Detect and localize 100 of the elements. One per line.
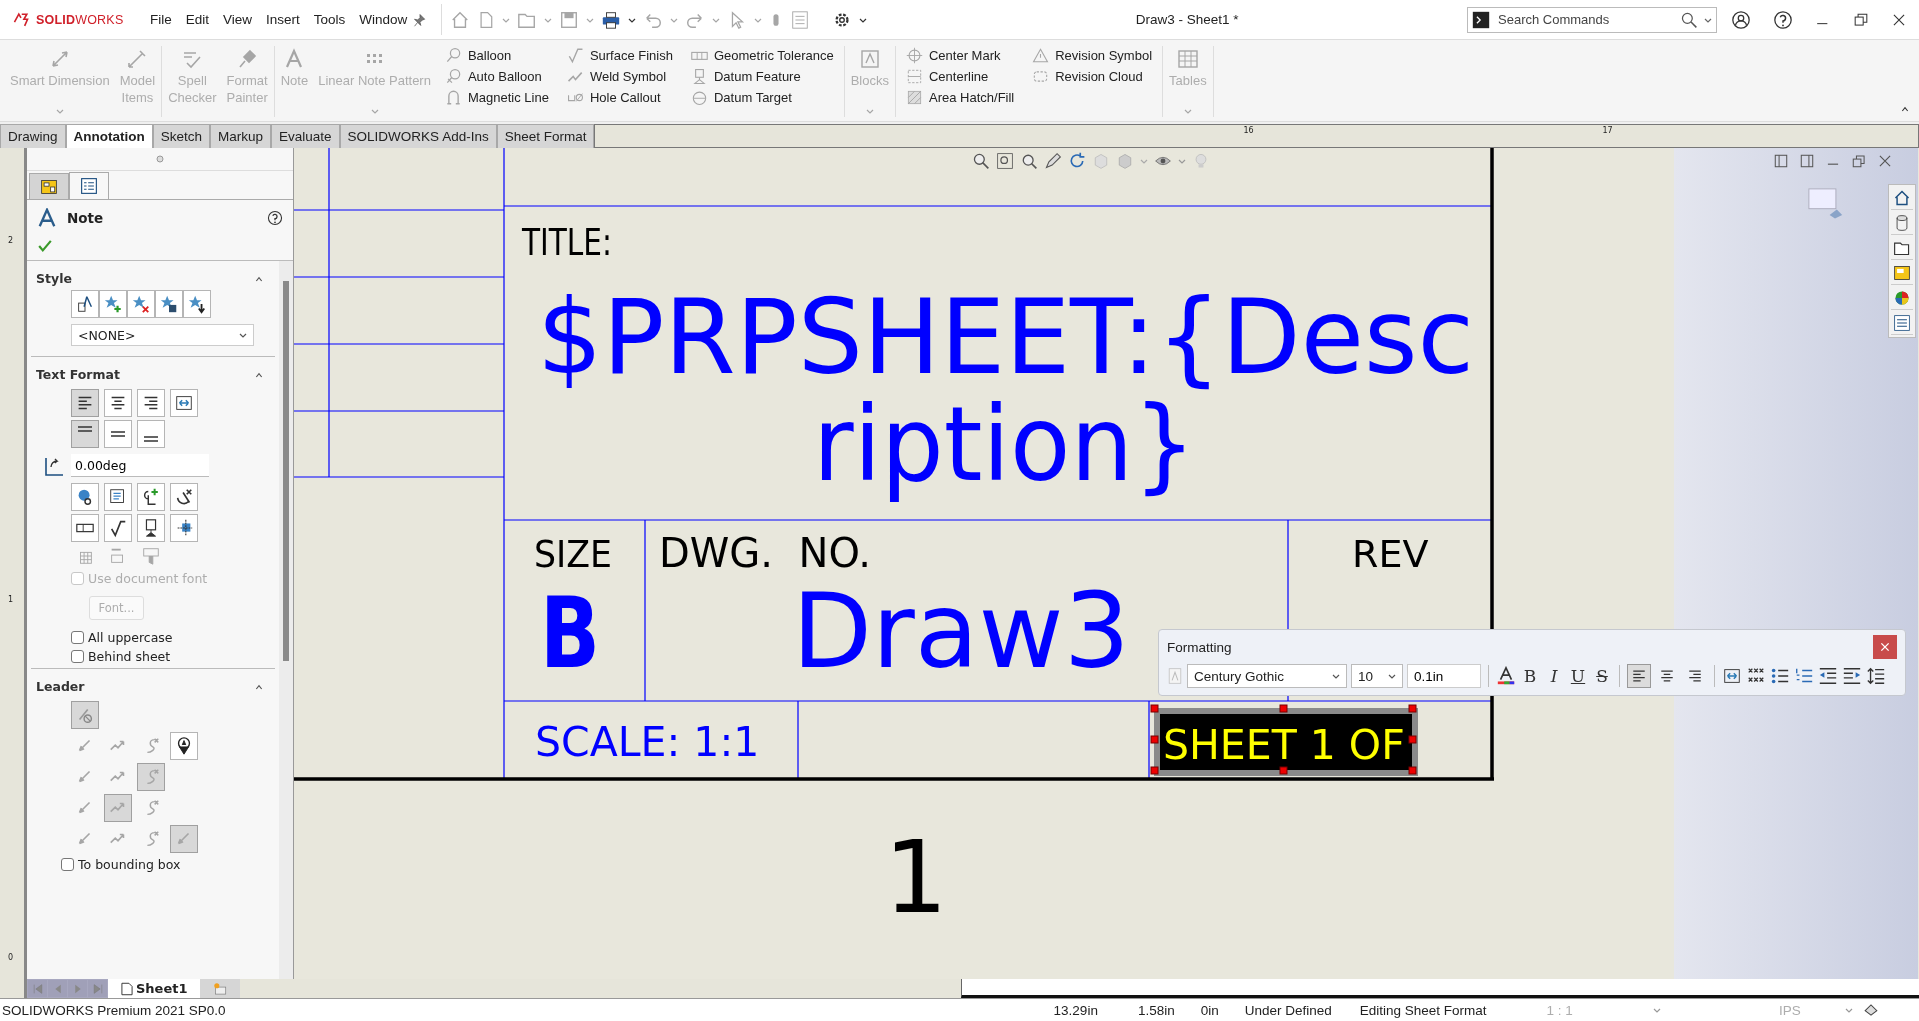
- leader-button[interactable]: [170, 732, 198, 760]
- user-icon[interactable]: [1731, 9, 1751, 30]
- sheet-tab[interactable]: Sheet1: [108, 979, 200, 998]
- style-button[interactable]: U: [1568, 664, 1588, 688]
- save-icon[interactable]: [559, 9, 580, 30]
- help-icon[interactable]: [1773, 9, 1793, 30]
- tile-icon[interactable]: [1774, 154, 1788, 168]
- align-button[interactable]: [71, 389, 99, 417]
- font-color-icon[interactable]: [1496, 666, 1516, 686]
- fit-width-icon[interactable]: [1722, 666, 1742, 686]
- restore-icon[interactable]: [1852, 154, 1866, 168]
- window-title: Draw3 - Sheet1 *: [1134, 12, 1240, 27]
- horizontal-scrollbar[interactable]: [961, 979, 1919, 998]
- tab[interactable]: Evaluate: [271, 124, 340, 148]
- app-logo: SOLIDWORKS: [36, 12, 124, 27]
- menu-item[interactable]: File: [144, 8, 178, 31]
- style-button[interactable]: I: [1544, 664, 1564, 688]
- menu-item[interactable]: Window: [353, 8, 414, 31]
- search-field[interactable]: Search Commands: [1467, 6, 1717, 33]
- restore-icon[interactable]: [1853, 11, 1869, 28]
- menu-item[interactable]: Insert: [260, 8, 306, 31]
- section-heading: Style: [36, 271, 72, 286]
- checkbox[interactable]: [71, 650, 84, 663]
- home-icon[interactable]: [1893, 189, 1911, 207]
- icon-button[interactable]: [170, 514, 198, 542]
- scrollbar-thumb[interactable]: [283, 281, 289, 661]
- pencil-icon[interactable]: [1044, 152, 1062, 170]
- icon-button[interactable]: [183, 290, 211, 318]
- style-dropdown[interactable]: <NONE>: [71, 324, 254, 346]
- panel-tab[interactable]: [29, 173, 69, 199]
- icon-button[interactable]: [71, 514, 99, 542]
- rotate-icon[interactable]: [1068, 152, 1086, 170]
- align-button[interactable]: [1627, 664, 1651, 688]
- magnifier-icon[interactable]: [972, 152, 990, 170]
- printer-icon[interactable]: [601, 9, 622, 30]
- style-button[interactable]: B: [1520, 664, 1540, 688]
- pin-icon[interactable]: [413, 12, 428, 27]
- outdent-icon[interactable]: [1818, 666, 1838, 686]
- font-dropdown[interactable]: Century Gothic: [1187, 664, 1347, 688]
- tab[interactable]: Sketch: [152, 124, 211, 148]
- align-button[interactable]: [104, 420, 132, 448]
- bullet-list-icon[interactable]: [1770, 666, 1790, 686]
- tab[interactable]: SOLIDWORKS Add-Ins: [339, 124, 497, 148]
- list-icon[interactable]: [1893, 314, 1911, 332]
- menu-item[interactable]: View: [217, 8, 259, 31]
- folder-icon[interactable]: [1893, 239, 1911, 257]
- icon-button[interactable]: [104, 483, 132, 511]
- icon-button[interactable]: [137, 514, 165, 542]
- collapse-icon[interactable]: [253, 274, 265, 283]
- close-button[interactable]: [1873, 635, 1897, 659]
- icon-button[interactable]: [71, 483, 99, 511]
- align-button[interactable]: [104, 389, 132, 417]
- handle-icon[interactable]: [156, 155, 164, 163]
- menu-item[interactable]: Tools: [307, 8, 352, 31]
- caret-icon[interactable]: [1332, 672, 1340, 680]
- stamp-icon[interactable]: [141, 546, 161, 566]
- checkbox-label: Use document font: [88, 571, 208, 586]
- image-icon[interactable]: [1893, 264, 1911, 282]
- tab[interactable]: Annotation: [65, 124, 153, 148]
- search-input[interactable]: Search Commands: [1496, 11, 1674, 28]
- icon-button[interactable]: [137, 483, 165, 511]
- close-icon[interactable]: [1878, 154, 1892, 168]
- align-button[interactable]: [137, 420, 165, 448]
- align-middle-icon: [110, 431, 126, 437]
- icon-button[interactable]: [170, 483, 198, 511]
- checkbox-label: Behind sheet: [88, 649, 171, 664]
- sheet-number-note[interactable]: SHEET 1 OF: [1163, 721, 1405, 769]
- cylinder-icon[interactable]: [1893, 214, 1911, 232]
- ruler-label: 16: [1243, 126, 1254, 135]
- icon-button[interactable]: [71, 290, 99, 318]
- align-button[interactable]: [170, 389, 198, 417]
- ok-icon[interactable]: [37, 238, 53, 254]
- style-button[interactable]: S: [1592, 664, 1612, 688]
- tab[interactable]: Drawing: [0, 124, 66, 148]
- angle-field[interactable]: 0.00deg: [71, 454, 209, 477]
- height-field[interactable]: 0.1in: [1407, 664, 1481, 688]
- checkbox[interactable]: [61, 858, 74, 871]
- color-wheel-icon[interactable]: [1893, 289, 1911, 307]
- checkbox[interactable]: [71, 631, 84, 644]
- line-spacing-icon[interactable]: [1866, 666, 1886, 686]
- magnifier-icon[interactable]: [1020, 152, 1038, 170]
- collapse-icon[interactable]: [1899, 105, 1911, 113]
- size-dropdown[interactable]: 10: [1351, 664, 1403, 688]
- icon-button[interactable]: [155, 290, 183, 318]
- align-button[interactable]: [137, 389, 165, 417]
- panel-tab[interactable]: [69, 172, 109, 199]
- menu-item[interactable]: Edit: [179, 8, 216, 31]
- caret-icon[interactable]: [1388, 672, 1396, 680]
- tab[interactable]: Markup: [210, 124, 272, 148]
- icon-button[interactable]: [104, 514, 132, 542]
- caret-icon[interactable]: [239, 331, 247, 339]
- help-icon[interactable]: [267, 210, 283, 226]
- customize-icon[interactable]: [1862, 1002, 1879, 1018]
- collapse-icon[interactable]: [253, 370, 265, 379]
- collapse-icon[interactable]: [253, 682, 265, 691]
- tab[interactable]: Sheet Format: [496, 124, 595, 148]
- tile-icon[interactable]: [1800, 154, 1814, 168]
- zoom-box-icon[interactable]: [996, 152, 1014, 170]
- scale-text: SCALE: 1:1: [535, 718, 760, 766]
- indent-icon[interactable]: [1842, 666, 1862, 686]
